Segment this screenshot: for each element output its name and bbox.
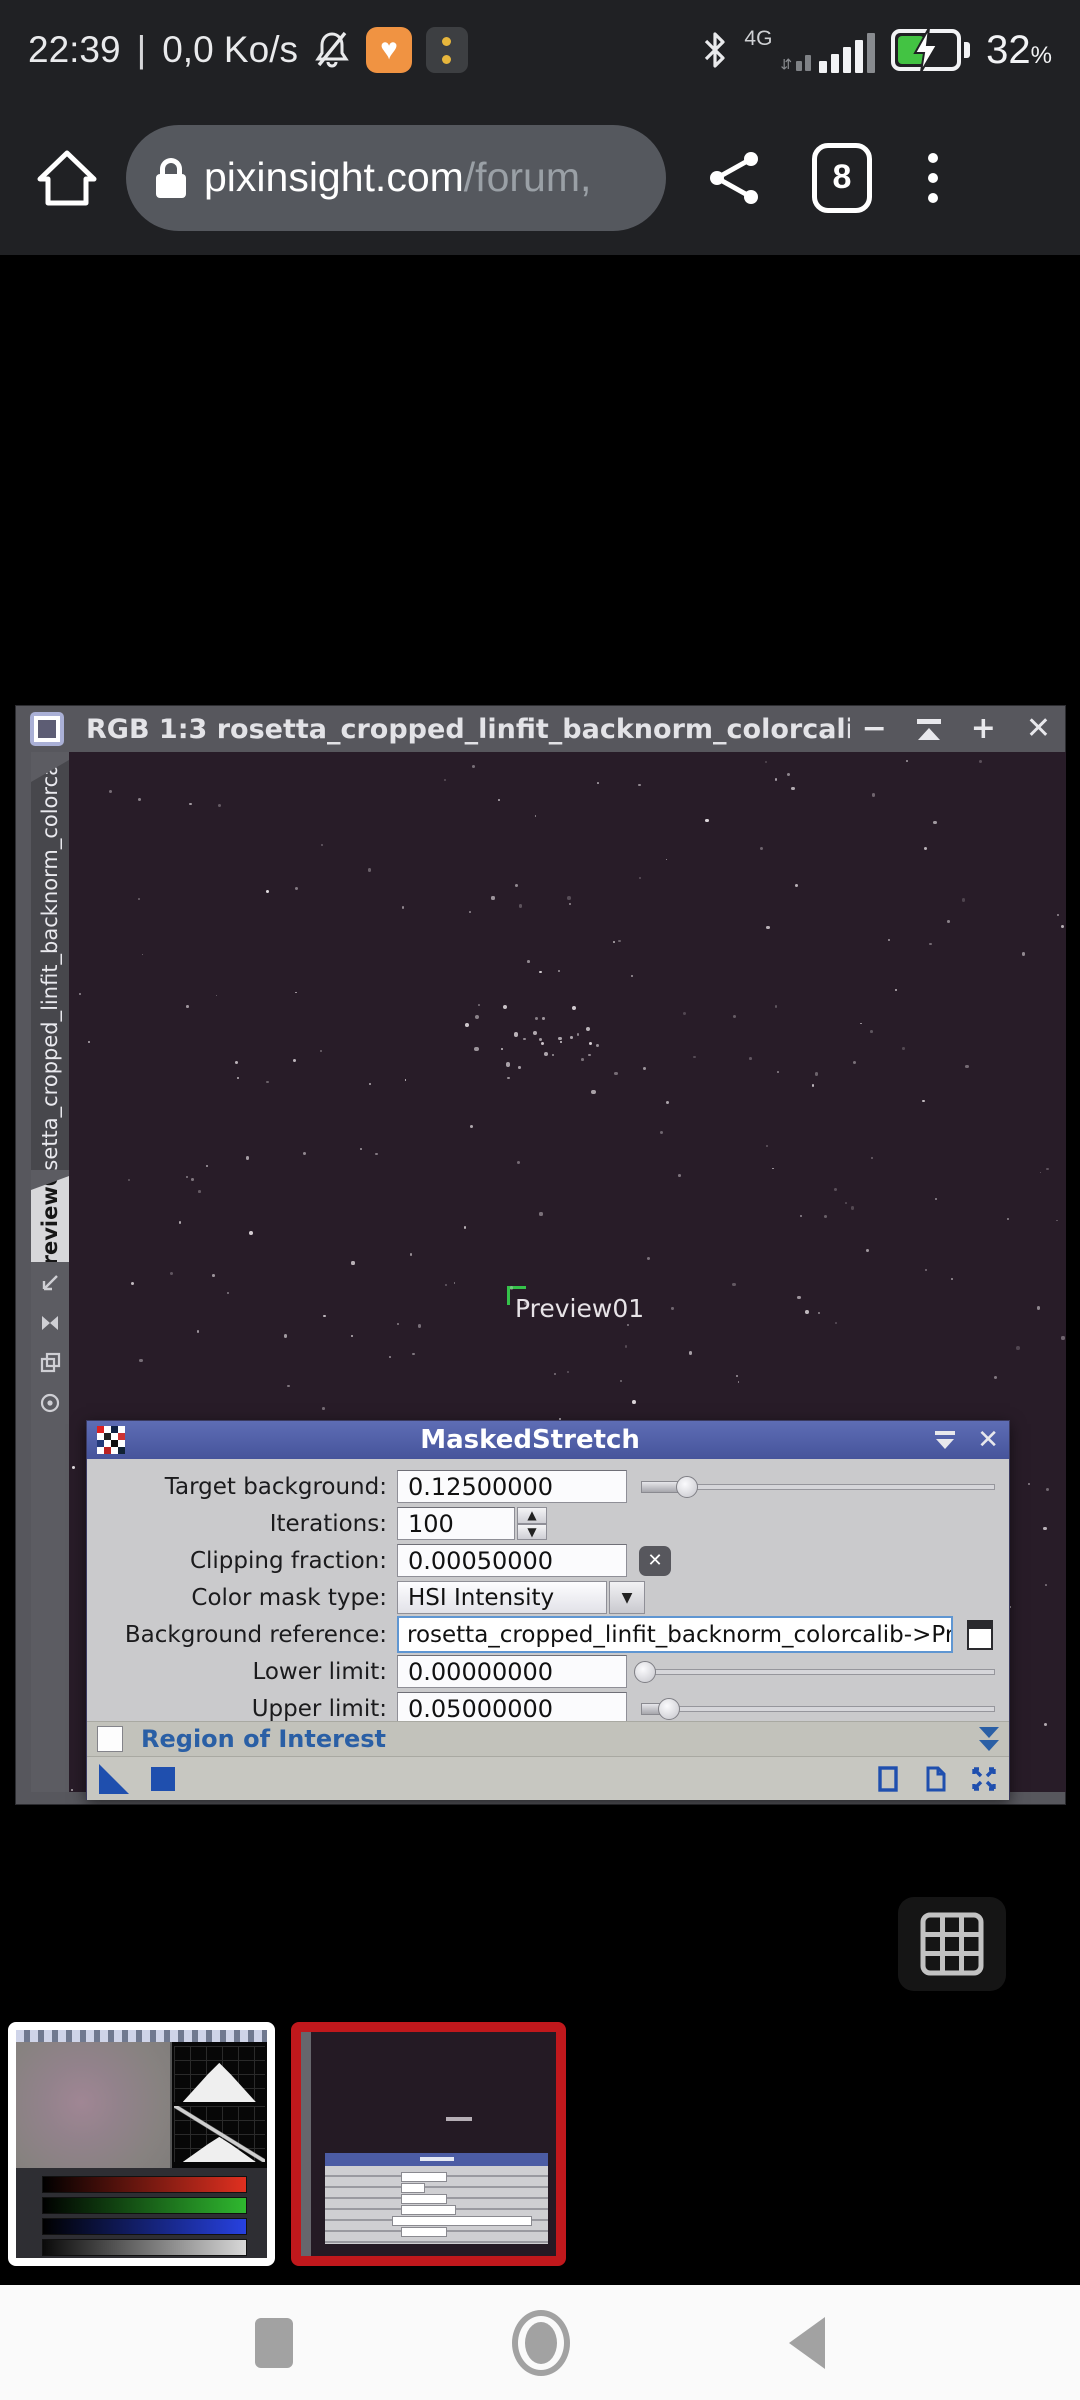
target-background-slider[interactable] bbox=[641, 1469, 995, 1504]
param-label: Upper limit: bbox=[251, 1695, 387, 1722]
dialog-shade-button[interactable] bbox=[935, 1431, 956, 1449]
select-view-button[interactable] bbox=[967, 1619, 993, 1650]
maskedstretch-process-icon bbox=[97, 1426, 125, 1454]
grid-icon bbox=[920, 1912, 984, 1976]
battery-icon bbox=[891, 27, 971, 73]
param-label: Target background: bbox=[164, 1473, 387, 1500]
preview-marker-label: Preview01 bbox=[515, 1294, 645, 1323]
network-speed: 0,0 Ko/s bbox=[162, 29, 298, 70]
gallery-grid-button[interactable] bbox=[898, 1897, 1006, 1991]
param-row-color-mask-type: Color mask type: HSI Intensity ▼ bbox=[87, 1580, 999, 1615]
duplicate-view-icon[interactable] bbox=[39, 1352, 61, 1374]
fit-view-icon[interactable] bbox=[39, 1312, 61, 1334]
param-row-lower-limit: Lower limit: 0.00000000 bbox=[87, 1654, 999, 1689]
close-button[interactable]: ✕ bbox=[1026, 714, 1051, 744]
battery-percent: 32% bbox=[986, 27, 1052, 72]
dialog-footer-toolbar bbox=[87, 1757, 1009, 1800]
shade-button[interactable] bbox=[916, 718, 941, 740]
notification-dots-icon bbox=[425, 27, 468, 73]
clock: 22:39 bbox=[28, 29, 121, 70]
target-view-icon[interactable] bbox=[39, 1392, 61, 1414]
track-view-icon[interactable] bbox=[875, 1765, 901, 1792]
pan-arrow-icon[interactable] bbox=[39, 1272, 61, 1294]
target-background-input[interactable]: 0.12500000 bbox=[397, 1470, 627, 1503]
param-label: Iterations: bbox=[269, 1510, 387, 1537]
nebula-preview bbox=[16, 2042, 172, 2168]
reset-icon[interactable] bbox=[971, 1766, 997, 1792]
color-mask-type-select[interactable]: HSI Intensity bbox=[397, 1581, 607, 1614]
health-app-notification-icon: ♥ bbox=[365, 27, 412, 73]
spin-up-button[interactable]: ▲ bbox=[517, 1507, 547, 1524]
android-navigation-bar bbox=[0, 2285, 1080, 2400]
home-button[interactable] bbox=[34, 145, 100, 211]
param-row-iterations: Iterations: 100 ▲ ▼ bbox=[87, 1506, 999, 1541]
url-bar[interactable]: pixinsight.com/forum, bbox=[126, 124, 666, 231]
bluetooth-icon bbox=[705, 32, 726, 68]
iterations-input[interactable]: 100 bbox=[397, 1507, 515, 1540]
lower-limit-slider[interactable] bbox=[633, 1654, 995, 1689]
tab-counter-button[interactable]: 8 bbox=[812, 142, 872, 213]
tab-preview01[interactable]: Preview01 bbox=[31, 1176, 69, 1262]
param-row-clipping-fraction: Clipping fraction: 0.00050000 ✕ bbox=[87, 1543, 999, 1578]
browser-menu-button[interactable] bbox=[928, 152, 938, 203]
back-button[interactable] bbox=[789, 2316, 825, 2369]
param-label: Lower limit: bbox=[252, 1658, 387, 1685]
background-reference-input[interactable]: rosetta_cropped_linfit_backnorm_colorcal… bbox=[397, 1616, 953, 1653]
param-label: Background reference: bbox=[124, 1621, 387, 1648]
status-bar: 22:39 | 0,0 Ko/s ♥ 4G ⇵ 32% bbox=[0, 0, 1080, 100]
gallery-thumbnail-1[interactable] bbox=[8, 2022, 275, 2266]
minimize-button[interactable]: − bbox=[862, 714, 887, 744]
histogram-preview bbox=[169, 2042, 267, 2168]
signal-strength-icon: 4G ⇵ bbox=[744, 26, 876, 73]
browse-documentation-icon[interactable] bbox=[923, 1766, 949, 1792]
network-type-label: 4G bbox=[744, 26, 773, 50]
expand-section-icon[interactable] bbox=[979, 1727, 999, 1751]
view-selector-strip: rosetta_cropped_linfit_backnorm_colorcal… bbox=[31, 752, 69, 1792]
param-row-target-background: Target background: 0.12500000 bbox=[87, 1469, 999, 1504]
pixinsight-image-window: RGB 1:3 rosetta_cropped_linfit_backnorm_… bbox=[15, 705, 1066, 1805]
spin-down-button[interactable]: ▼ bbox=[517, 1523, 547, 1540]
tab-main-image[interactable]: rosetta_cropped_linfit_backnorm_colorcal… bbox=[31, 760, 69, 1170]
maximize-button[interactable]: + bbox=[971, 714, 996, 744]
clear-value-icon[interactable]: ✕ bbox=[639, 1545, 671, 1576]
window-icon bbox=[30, 712, 64, 746]
secure-lock-icon bbox=[156, 157, 186, 198]
roi-section-label: Region of Interest bbox=[141, 1725, 387, 1753]
dialog-titlebar[interactable]: MaskedStretch ✕ bbox=[87, 1421, 1009, 1459]
lower-limit-input[interactable]: 0.00000000 bbox=[397, 1655, 627, 1688]
dialog-close-button[interactable]: ✕ bbox=[977, 1427, 999, 1453]
apply-drag-icon[interactable] bbox=[99, 1763, 129, 1794]
mute-bell-icon bbox=[315, 31, 349, 68]
status-separator: | bbox=[136, 29, 147, 70]
dropdown-arrow-icon[interactable]: ▼ bbox=[609, 1581, 645, 1614]
region-of-interest-section[interactable]: Region of Interest bbox=[87, 1721, 1009, 1757]
clipping-fraction-input[interactable]: 0.00050000 bbox=[397, 1544, 627, 1577]
slider-thumb[interactable] bbox=[658, 1698, 681, 1720]
slider-thumb[interactable] bbox=[676, 1476, 699, 1498]
browser-toolbar: pixinsight.com/forum, 8 bbox=[0, 100, 1080, 255]
url-text: pixinsight.com/forum, bbox=[204, 154, 592, 200]
iterations-spinner[interactable]: ▲ ▼ bbox=[517, 1507, 547, 1540]
maskedstretch-dialog: MaskedStretch ✕ Target background: 0.125… bbox=[86, 1420, 1010, 1800]
image-window-title: RGB 1:3 rosetta_cropped_linfit_backnorm_… bbox=[86, 713, 850, 745]
image-window-titlebar[interactable]: RGB 1:3 rosetta_cropped_linfit_backnorm_… bbox=[16, 706, 1065, 752]
param-label: Color mask type: bbox=[191, 1584, 387, 1611]
roi-checkbox[interactable] bbox=[97, 1726, 123, 1752]
android-home-button[interactable] bbox=[512, 2309, 570, 2376]
param-label: Clipping fraction: bbox=[189, 1547, 387, 1574]
color-bars-preview bbox=[16, 2168, 267, 2258]
param-row-background-reference: Background reference: rosetta_cropped_li… bbox=[87, 1616, 999, 1653]
slider-thumb[interactable] bbox=[633, 1661, 656, 1683]
gallery-thumbnail-2-selected[interactable] bbox=[291, 2022, 566, 2266]
dialog-title: MaskedStretch bbox=[420, 1425, 640, 1455]
recents-button[interactable] bbox=[255, 2317, 293, 2368]
apply-square-icon[interactable] bbox=[151, 1766, 175, 1791]
share-button[interactable] bbox=[708, 150, 760, 206]
